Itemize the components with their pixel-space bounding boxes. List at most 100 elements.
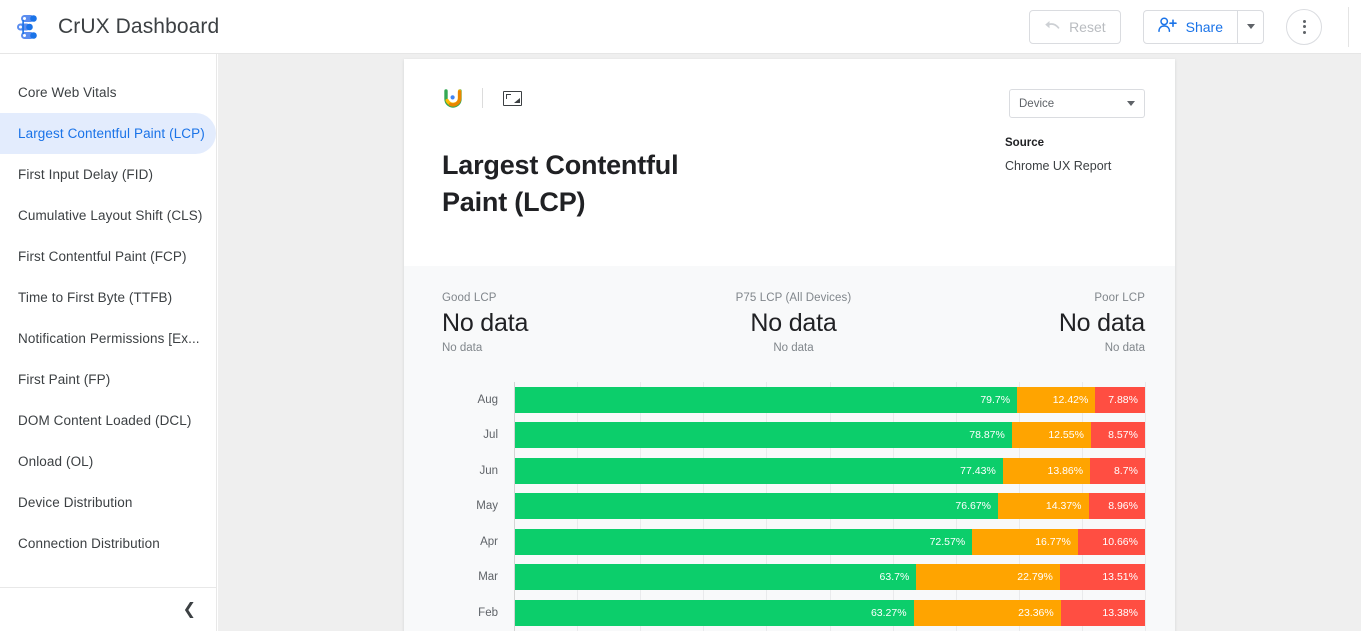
source-value: Chrome UX Report: [1005, 159, 1112, 173]
share-label: Share: [1185, 18, 1223, 35]
chart-row-label: Mar: [478, 571, 498, 584]
chart-row-label: Jun: [479, 464, 498, 477]
scorecard-sub: No data: [442, 342, 483, 354]
chart-bar-segment-ni[interactable]: 16.77%: [972, 528, 1078, 555]
more-options-button[interactable]: [1286, 8, 1322, 45]
share-dropdown-toggle[interactable]: [1237, 10, 1263, 43]
scorecard-sub: No data: [773, 342, 814, 354]
chart-bar-segment-poor[interactable]: 8.7%: [1090, 457, 1145, 484]
chart-bar[interactable]: 76.67% 14.37% 8.96%: [515, 493, 1145, 520]
top-app-bar: CrUX Dashboard Reset Share: [0, 0, 1361, 54]
toolbar: Reset Share: [1029, 0, 1361, 53]
page-title: CrUX Dashboard: [58, 14, 220, 38]
device-select[interactable]: Device: [1009, 89, 1145, 118]
sidebar: Core Web Vitals Largest Contentful Paint…: [0, 54, 217, 631]
undo-arrow-icon: [1044, 19, 1061, 35]
sidebar-item-label: First Paint (FP): [18, 372, 111, 387]
chart-bar-segment-poor[interactable]: 10.66%: [1077, 528, 1145, 555]
chart-row-label: Feb: [478, 606, 498, 619]
chart-bar-segment-good[interactable]: 76.67%: [515, 493, 999, 520]
reset-label: Reset: [1069, 18, 1106, 35]
chart-bar-segment-poor[interactable]: 7.88%: [1095, 386, 1145, 413]
sidebar-item-label: Cumulative Layout Shift (CLS): [18, 208, 203, 223]
chart-bar-segment-ni[interactable]: 12.55%: [1011, 422, 1091, 449]
reset-button[interactable]: Reset: [1029, 9, 1121, 44]
device-select-value: Device: [1019, 97, 1055, 110]
card-title: Largest Contentful Paint (LCP): [442, 150, 679, 217]
chart-row-label: Jul: [483, 429, 498, 442]
scorecard-value: No data: [1058, 309, 1145, 337]
scorecard-poor-lcp: Poor LCP No data No data: [911, 292, 1145, 354]
sidebar-item-connection-distribution[interactable]: Connection Distribution: [0, 523, 216, 564]
toolbar-divider: [1348, 6, 1349, 47]
sidebar-item-notification-permissions[interactable]: Notification Permissions [Ex...: [0, 318, 216, 359]
chart-row-label: Apr: [480, 535, 498, 548]
sidebar-item-time-to-first-byte[interactable]: Time to First Byte (TTFB): [0, 277, 216, 318]
scorecards: Good LCP No data No data P75 LCP (All De…: [442, 292, 1145, 354]
chart-bar[interactable]: 63.27% 23.36% 13.38%: [515, 599, 1146, 626]
more-vertical-icon: [1302, 19, 1306, 23]
chart-bar[interactable]: 78.87% 12.55% 8.57%: [515, 422, 1145, 449]
sidebar-item-first-contentful-paint[interactable]: First Contentful Paint (FCP): [0, 236, 216, 277]
chart-bar-segment-good[interactable]: 79.7%: [515, 386, 1018, 413]
sidebar-item-largest-contentful-paint[interactable]: Largest Contentful Paint (LCP): [0, 113, 216, 154]
sidebar-item-label: First Contentful Paint (FCP): [18, 249, 187, 264]
sidebar-item-label: First Input Delay (FID): [18, 167, 154, 182]
chevron-down-icon: [1127, 101, 1135, 106]
sidebar-footer: ❮: [0, 587, 216, 631]
chart-bar-segment-poor[interactable]: 8.96%: [1088, 493, 1145, 520]
chart-bar-segment-ni[interactable]: 23.36%: [913, 599, 1061, 626]
sidebar-item-label: Onload (OL): [18, 454, 94, 469]
chart-bar-segment-ni[interactable]: 14.37%: [998, 493, 1089, 520]
chart-row: Jun 77.43% 13.86% 8.7%: [442, 453, 1145, 489]
chart-bar-segment-good[interactable]: 77.43%: [515, 457, 1003, 484]
sidebar-item-dom-content-loaded[interactable]: DOM Content Loaded (DCL): [0, 400, 216, 441]
chart-bar-segment-good[interactable]: 63.7%: [515, 564, 917, 591]
image-placeholder-icon[interactable]: [503, 90, 522, 106]
chart-bar[interactable]: 63.7% 22.79% 13.51%: [515, 564, 1145, 591]
scorecard-value: No data: [750, 309, 837, 337]
chart-gridline: [1145, 382, 1146, 631]
chart-row: Mar 63.7% 22.79% 13.51%: [442, 560, 1145, 596]
chart-row-label: Aug: [477, 393, 498, 406]
scorecard-p75-lcp: P75 LCP (All Devices) No data No data: [676, 292, 910, 354]
chart-bar-segment-good[interactable]: 72.57%: [515, 528, 973, 555]
chart-bar[interactable]: 79.7% 12.42% 7.88%: [515, 386, 1145, 413]
sidebar-item-label: Largest Contentful Paint (LCP): [18, 126, 205, 141]
chart-bar-segment-ni[interactable]: 13.86%: [1002, 457, 1091, 484]
chart-bar-segment-ni[interactable]: 22.79%: [916, 564, 1060, 591]
sidebar-item-label: Core Web Vitals: [18, 85, 117, 100]
chart-rows: Aug 79.7% 12.42% 7.88% Jul 78.87% 12.55% 8.57% J…: [442, 382, 1146, 631]
sidebar-item-label: Notification Permissions [Ex...: [18, 331, 200, 346]
scorecard-label: Good LCP: [442, 292, 497, 304]
sidebar-item-first-paint[interactable]: First Paint (FP): [0, 359, 216, 400]
sidebar-item-onload[interactable]: Onload (OL): [0, 441, 216, 482]
chart-bar[interactable]: 77.43% 13.86% 8.7%: [515, 457, 1145, 484]
chart-bar-segment-good[interactable]: 63.27%: [515, 599, 914, 626]
card-body: Good LCP No data No data P75 LCP (All De…: [404, 266, 1175, 631]
chevron-left-icon[interactable]: ❮: [183, 601, 196, 618]
chart-row-label: May: [476, 500, 498, 513]
lighthouse-u-logo-icon: [442, 87, 464, 109]
canvas-scrollbar[interactable]: [220, 54, 232, 631]
sidebar-item-device-distribution[interactable]: Device Distribution: [0, 482, 216, 523]
sidebar-list: Core Web Vitals Largest Contentful Paint…: [0, 54, 216, 564]
chart-bar-segment-poor[interactable]: 13.51%: [1059, 564, 1145, 591]
chart-bar-segment-poor[interactable]: 8.57%: [1090, 422, 1145, 449]
source-label: Source: [1005, 137, 1044, 149]
person-add-icon: [1157, 17, 1177, 36]
sidebar-item-label: Connection Distribution: [18, 536, 160, 551]
share-button[interactable]: Share: [1144, 11, 1237, 43]
share-button-group: Share: [1142, 9, 1264, 44]
sidebar-item-first-input-delay[interactable]: First Input Delay (FID): [0, 154, 216, 195]
chart-bar-segment-good[interactable]: 78.87%: [515, 422, 1012, 449]
chart-bar-segment-ni[interactable]: 12.42%: [1017, 386, 1096, 413]
chart-bar-segment-poor[interactable]: 13.38%: [1060, 599, 1146, 626]
lcp-report-card: Largest Contentful Paint (LCP) Device So…: [404, 59, 1175, 631]
chevron-down-icon: [1246, 24, 1255, 29]
sidebar-item-core-web-vitals[interactable]: Core Web Vitals: [0, 72, 216, 113]
chart-row: Feb 63.27% 23.36% 13.38%: [442, 595, 1146, 631]
chart-bar[interactable]: 72.57% 16.77% 10.66%: [515, 528, 1145, 555]
sidebar-item-cumulative-layout-shift[interactable]: Cumulative Layout Shift (CLS): [0, 195, 216, 236]
scorecard-value: No data: [442, 309, 529, 337]
